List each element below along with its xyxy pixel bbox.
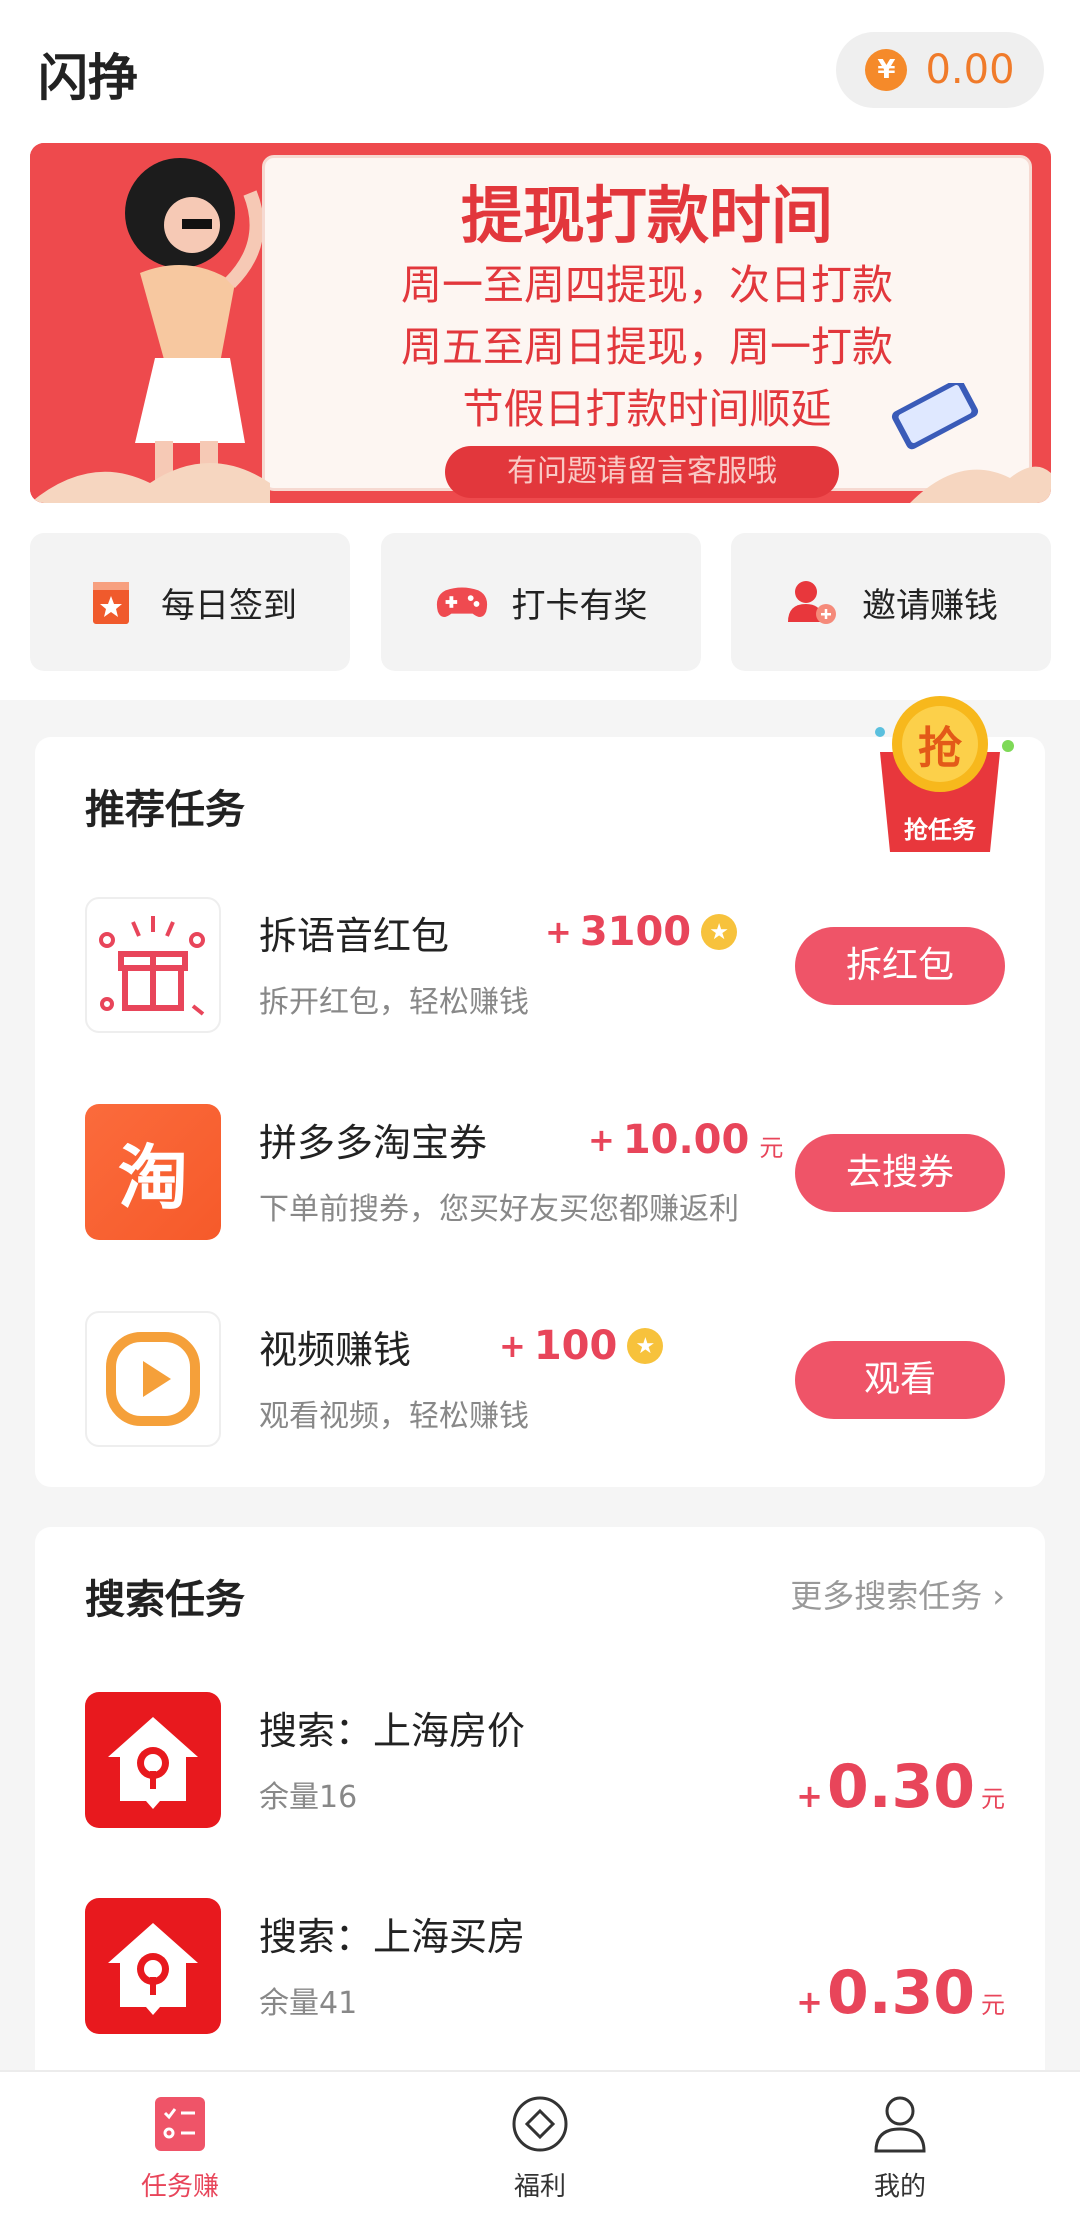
grab-badge-label: 抢任务 bbox=[904, 816, 976, 844]
grab-task-badge[interactable]: 抢 抢任务 bbox=[860, 692, 1020, 862]
task-row[interactable]: 拆语音红包 + 3100 ★ 拆开红包，轻松赚钱 拆红包 bbox=[85, 897, 1005, 1033]
reward-value: 3100 bbox=[579, 909, 692, 955]
invite-user-icon bbox=[784, 574, 840, 630]
star-coin-icon: ★ bbox=[701, 914, 738, 950]
search-task-row[interactable]: 搜索：上海房价 余量16 + 0.30 元 bbox=[85, 1692, 1005, 1828]
banner-line-2: 周五至周日提现，周一打款 bbox=[401, 323, 893, 371]
task-name: 搜索：上海买房 bbox=[259, 1915, 526, 1959]
reward-plus: + bbox=[499, 1327, 526, 1365]
reward-plus: + bbox=[588, 1120, 615, 1159]
task-name: 拼多多淘宝券 bbox=[259, 1121, 488, 1165]
more-search-tasks-link[interactable]: 更多搜索任务 › bbox=[790, 1571, 1005, 1617]
task-name: 搜索：上海房价 bbox=[259, 1709, 526, 1753]
section-title: 推荐任务 bbox=[85, 787, 245, 833]
task-desc: 观看视频，轻松赚钱 bbox=[259, 1399, 529, 1434]
reward-plus: + bbox=[796, 1777, 823, 1815]
reward-plus: + bbox=[796, 1983, 823, 2021]
reward-value: 0.30 bbox=[826, 1958, 975, 2028]
task-reward: + 0.30 元 bbox=[796, 1958, 1005, 2028]
task-desc: 下单前搜券，您买好友买您都赚返利 bbox=[259, 1192, 739, 1227]
reward-plus: + bbox=[545, 913, 572, 951]
watch-video-button[interactable]: 观看 bbox=[795, 1341, 1005, 1419]
reward-value: 10.00 bbox=[622, 1116, 750, 1163]
tab-tasks[interactable]: 任务赚 bbox=[0, 2072, 360, 2232]
search-tasks-card: 搜索任务 更多搜索任务 › 搜索：上海房价 余量16 + 0.30 元 搜索：上… bbox=[35, 1527, 1045, 2087]
phone-icon bbox=[891, 383, 979, 450]
app-title: 闪挣 bbox=[38, 49, 138, 107]
search-coupon-button[interactable]: 去搜券 bbox=[795, 1134, 1005, 1212]
banner-title: 提现打款时间 bbox=[460, 179, 833, 252]
chevron-right-icon: › bbox=[992, 1577, 1005, 1615]
coin-icon: ¥ bbox=[865, 49, 908, 91]
task-row[interactable]: 淘 拼多多淘宝券 + 10.00 元 下单前搜券，您买好友买您都赚返利 去搜券 bbox=[85, 1104, 1005, 1240]
withdraw-banner[interactable]: 提现打款时间 周一至周四提现，次日打款 周五至周日提现，周一打款 节假日打款时间… bbox=[30, 143, 1051, 503]
house-pin-icon bbox=[85, 1692, 221, 1828]
shortcut-checkin-reward[interactable]: 打卡有奖 bbox=[380, 533, 701, 671]
banner-line-1: 周一至周四提现，次日打款 bbox=[401, 261, 893, 309]
reward-unit: 元 bbox=[981, 1785, 1005, 1813]
grab-badge-top: 抢 bbox=[918, 723, 962, 774]
taobao-icon: 淘 bbox=[85, 1104, 221, 1240]
task-reward: + 3100 ★ bbox=[545, 909, 738, 955]
balance-value: 0.00 bbox=[925, 47, 1015, 93]
task-list-icon bbox=[150, 2094, 210, 2154]
tab-mine[interactable]: 我的 bbox=[720, 2072, 1080, 2232]
reward-value: 0.30 bbox=[826, 1752, 975, 1822]
balance-pill[interactable]: ¥ 0.00 bbox=[836, 32, 1044, 108]
play-icon bbox=[85, 1311, 221, 1447]
reward-unit: 元 bbox=[759, 1134, 784, 1162]
taobao-icon-text: 淘 bbox=[118, 1136, 188, 1219]
tab-label: 我的 bbox=[873, 2172, 926, 2202]
section-title: 搜索任务 bbox=[85, 1577, 245, 1623]
house-pin-icon bbox=[85, 1898, 221, 2034]
shortcut-label: 打卡有奖 bbox=[511, 585, 648, 626]
task-remaining: 余量16 bbox=[259, 1780, 358, 1815]
search-task-row[interactable]: 搜索：上海买房 余量41 + 0.30 元 bbox=[85, 1898, 1005, 2034]
tab-label: 福利 bbox=[513, 2172, 566, 2202]
task-row[interactable]: 视频赚钱 + 100 ★ 观看视频，轻松赚钱 观看 bbox=[85, 1311, 1005, 1447]
calendar-star-icon bbox=[83, 574, 139, 630]
star-coin-icon: ★ bbox=[627, 1328, 664, 1364]
task-name: 拆语音红包 bbox=[259, 914, 450, 958]
task-reward: + 0.30 元 bbox=[796, 1752, 1005, 1822]
task-name: 视频赚钱 bbox=[259, 1328, 412, 1372]
diamond-circle-icon bbox=[510, 2094, 570, 2154]
user-icon bbox=[870, 2094, 930, 2154]
shortcut-invite[interactable]: 邀请赚钱 bbox=[731, 533, 1051, 671]
reward-value: 100 bbox=[533, 1323, 618, 1369]
gamepad-icon bbox=[434, 574, 490, 630]
shortcut-label: 邀请赚钱 bbox=[862, 585, 998, 626]
shortcut-row: 每日签到 打卡有奖 邀请赚钱 bbox=[30, 533, 1051, 671]
task-reward: + 100 ★ bbox=[499, 1323, 664, 1369]
more-label: 更多搜索任务 bbox=[790, 1577, 983, 1615]
task-reward: + 10.00 元 bbox=[588, 1116, 783, 1163]
tab-label: 任务赚 bbox=[140, 2172, 219, 2202]
bottom-tab-bar: 任务赚 福利 我的 bbox=[0, 2070, 1080, 2232]
open-redpacket-button[interactable]: 拆红包 bbox=[795, 927, 1005, 1005]
shortcut-label: 每日签到 bbox=[161, 585, 297, 626]
tab-welfare[interactable]: 福利 bbox=[360, 2072, 720, 2232]
task-remaining: 余量41 bbox=[259, 1986, 358, 2021]
gift-icon bbox=[85, 897, 221, 1033]
top-section: 闪挣 ¥ 0.00 提现打款时间 周一至周四提现，次日打款 周五至周日提现，周一… bbox=[0, 0, 1080, 700]
reward-unit: 元 bbox=[981, 1991, 1005, 2019]
shortcut-daily-checkin[interactable]: 每日签到 bbox=[30, 533, 350, 671]
banner-pill: 有问题请留言客服哦 bbox=[445, 446, 839, 498]
task-desc: 拆开红包，轻松赚钱 bbox=[259, 985, 529, 1020]
